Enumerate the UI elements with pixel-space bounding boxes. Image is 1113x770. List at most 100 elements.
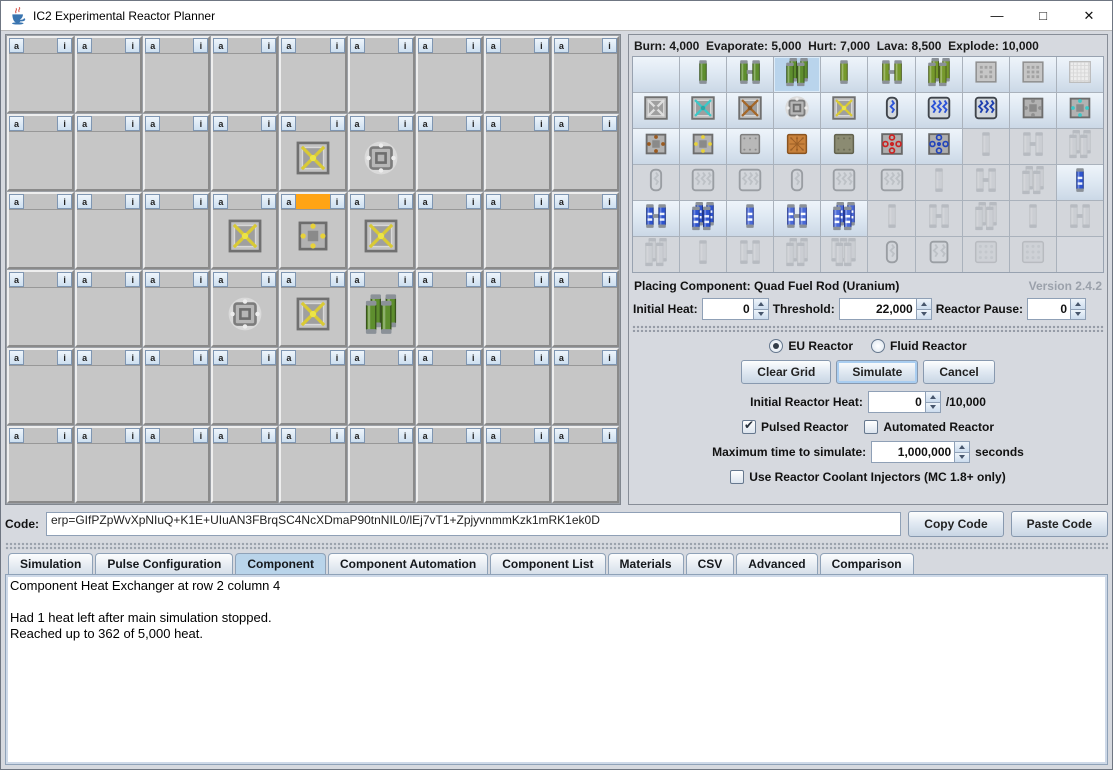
palette-neutron-reflector-button[interactable]	[963, 57, 1009, 92]
palette-quad-fuel-rod-blue-alt-button[interactable]	[821, 201, 867, 236]
cell-automation-button[interactable]: a	[418, 116, 433, 131]
cell-automation-button[interactable]: a	[418, 272, 433, 287]
cell-automation-button[interactable]: a	[350, 194, 365, 209]
cell-automation-button[interactable]: a	[9, 272, 24, 287]
palette-heat-capacity-reactor-plating-button[interactable]	[774, 129, 820, 164]
cell-info-button[interactable]: i	[261, 116, 276, 131]
cell-automation-button[interactable]: a	[281, 350, 296, 365]
tab-simulation[interactable]: Simulation	[8, 553, 93, 574]
cell-info-button[interactable]: i	[534, 428, 549, 443]
reactor-cell-r0-c0[interactable]: ai	[7, 36, 74, 113]
cell-info-button[interactable]: i	[602, 350, 617, 365]
reactor-cell-r5-c1[interactable]: ai	[75, 426, 142, 503]
cell-automation-button[interactable]: a	[213, 428, 228, 443]
cell-info-button[interactable]: i	[261, 194, 276, 209]
reactor-cell-r3-c8[interactable]: ai	[552, 270, 619, 347]
cell-info-button[interactable]: i	[534, 116, 549, 131]
cell-automation-button[interactable]: a	[554, 428, 569, 443]
cell-info-button[interactable]: i	[398, 350, 413, 365]
palette-reactor-heat-vent-button[interactable]	[727, 93, 773, 128]
palette-quad-fuel-rod-uranium-button[interactable]	[774, 57, 820, 92]
palette-coolant-cell-10k-button[interactable]	[868, 93, 914, 128]
palette-component-heat-vent-button[interactable]	[774, 93, 820, 128]
palette-iridium-neutron-reflector-button[interactable]	[1057, 57, 1103, 92]
cell-info-button[interactable]: i	[398, 428, 413, 443]
palette-advanced-heat-vent-button[interactable]	[680, 93, 726, 128]
palette-quad-fuel-rod-mox-button[interactable]	[916, 57, 962, 92]
reactor-cell-r3-c2[interactable]: ai	[143, 270, 210, 347]
palette-heat-vent-button[interactable]	[633, 93, 679, 128]
cell-info-button[interactable]: i	[193, 350, 208, 365]
palette-fuel-rod-blue-alt-button[interactable]	[727, 201, 773, 236]
component-output-textarea[interactable]: Component Heat Exchanger at row 2 column…	[6, 575, 1107, 764]
reactor-cell-r3-c6[interactable]: ai	[416, 270, 483, 347]
reactor-cell-r1-c1[interactable]: ai	[75, 114, 142, 191]
reactor-cell-r3-c4[interactable]: ai	[279, 270, 346, 347]
cell-automation-button[interactable]: a	[145, 194, 160, 209]
cell-info-button[interactable]: i	[534, 194, 549, 209]
cell-info-button[interactable]: i	[466, 194, 481, 209]
cell-info-button[interactable]: i	[602, 194, 617, 209]
cell-info-button[interactable]: i	[57, 272, 72, 287]
tab-advanced[interactable]: Advanced	[736, 553, 817, 574]
cell-info-button[interactable]: i	[125, 272, 140, 287]
cell-info-button[interactable]: i	[602, 116, 617, 131]
max-time-input[interactable]	[872, 442, 954, 462]
reactor-cell-r3-c3[interactable]: ai	[211, 270, 278, 347]
cell-automation-button[interactable]: a	[418, 38, 433, 53]
reactor-cell-r0-c6[interactable]: ai	[416, 36, 483, 113]
cell-info-button[interactable]: i	[534, 350, 549, 365]
reactor-cell-r2-c7[interactable]: ai	[484, 192, 551, 269]
tab-component-list[interactable]: Component List	[490, 553, 605, 574]
spin-down-icon[interactable]	[917, 309, 931, 320]
cell-info-button[interactable]: i	[466, 272, 481, 287]
clear-grid-button[interactable]: Clear Grid	[741, 360, 831, 384]
reactor-cell-r0-c2[interactable]: ai	[143, 36, 210, 113]
cell-automation-button[interactable]: a	[486, 272, 501, 287]
cell-info-button[interactable]: i	[534, 38, 549, 53]
cell-automation-button[interactable]: a	[554, 38, 569, 53]
cell-info-button[interactable]: i	[330, 428, 345, 443]
reactor-cell-r5-c6[interactable]: ai	[416, 426, 483, 503]
cell-automation-button[interactable]: a	[554, 272, 569, 287]
cell-info-button[interactable]: i	[57, 38, 72, 53]
palette-dual-fuel-rod-uranium-button[interactable]	[727, 57, 773, 92]
reactor-cell-r5-c2[interactable]: ai	[143, 426, 210, 503]
cell-automation-button[interactable]: a	[77, 428, 92, 443]
cell-automation-button[interactable]: a	[213, 38, 228, 53]
palette-empty-slot-button[interactable]	[633, 57, 679, 92]
tab-pulse-configuration[interactable]: Pulse Configuration	[95, 553, 233, 574]
cell-info-button[interactable]: i	[57, 116, 72, 131]
cell-automation-button[interactable]: a	[281, 194, 296, 209]
reactor-cell-r2-c0[interactable]: ai	[7, 192, 74, 269]
cell-automation-button[interactable]: a	[486, 428, 501, 443]
cell-info-button[interactable]: i	[57, 350, 72, 365]
pulsed-reactor-checkbox[interactable]: Pulsed Reactor	[742, 420, 848, 434]
cell-info-button[interactable]: i	[261, 38, 276, 53]
cell-automation-button[interactable]: a	[486, 350, 501, 365]
reactor-cell-r4-c1[interactable]: ai	[75, 348, 142, 425]
reactor-cell-r0-c4[interactable]: ai	[279, 36, 346, 113]
reactor-cell-r5-c3[interactable]: ai	[211, 426, 278, 503]
palette-fuel-rod-uranium-button[interactable]	[680, 57, 726, 92]
reactor-cell-r1-c2[interactable]: ai	[143, 114, 210, 191]
reactor-cell-r4-c3[interactable]: ai	[211, 348, 278, 425]
reactor-cell-r2-c2[interactable]: ai	[143, 192, 210, 269]
cell-info-button[interactable]: i	[125, 116, 140, 131]
cell-automation-button[interactable]: a	[554, 116, 569, 131]
cell-info-button[interactable]: i	[534, 272, 549, 287]
cell-automation-button[interactable]: a	[145, 38, 160, 53]
palette-quad-fuel-rod-blue-button[interactable]	[680, 201, 726, 236]
minimize-button[interactable]: —	[974, 1, 1020, 30]
cell-automation-button[interactable]: a	[554, 350, 569, 365]
reactor-cell-r5-c0[interactable]: ai	[7, 426, 74, 503]
tab-materials[interactable]: Materials	[608, 553, 684, 574]
reactor-cell-r1-c7[interactable]: ai	[484, 114, 551, 191]
palette-coolant-cell-60k-button[interactable]	[963, 93, 1009, 128]
reactor-cell-r4-c2[interactable]: ai	[143, 348, 210, 425]
cell-automation-button[interactable]: a	[418, 194, 433, 209]
maximize-button[interactable]: □	[1020, 1, 1066, 30]
cell-info-button[interactable]: i	[466, 116, 481, 131]
cell-info-button[interactable]: i	[193, 116, 208, 131]
reactor-cell-r0-c5[interactable]: ai	[348, 36, 415, 113]
